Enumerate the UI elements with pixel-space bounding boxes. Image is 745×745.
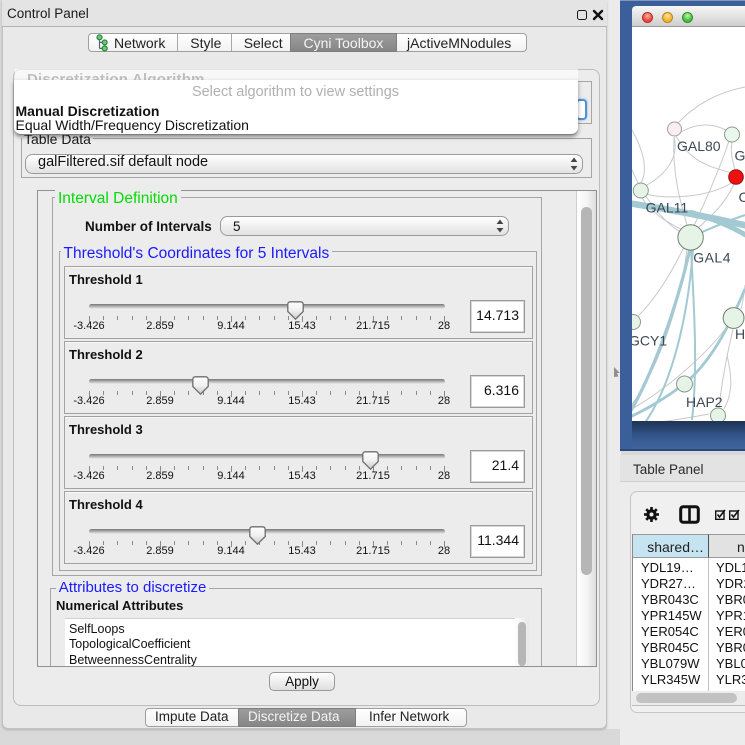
- svg-text:GAL4: GAL4: [693, 250, 731, 266]
- svg-text:GAL11: GAL11: [646, 200, 689, 216]
- svg-text:H: H: [735, 326, 745, 342]
- svg-text:HAP2: HAP2: [686, 394, 723, 410]
- svg-text:GA: GA: [735, 148, 745, 164]
- svg-text:GCY1: GCY1: [632, 333, 667, 349]
- svg-text:C: C: [739, 189, 745, 205]
- svg-text:GAL80: GAL80: [677, 138, 721, 154]
